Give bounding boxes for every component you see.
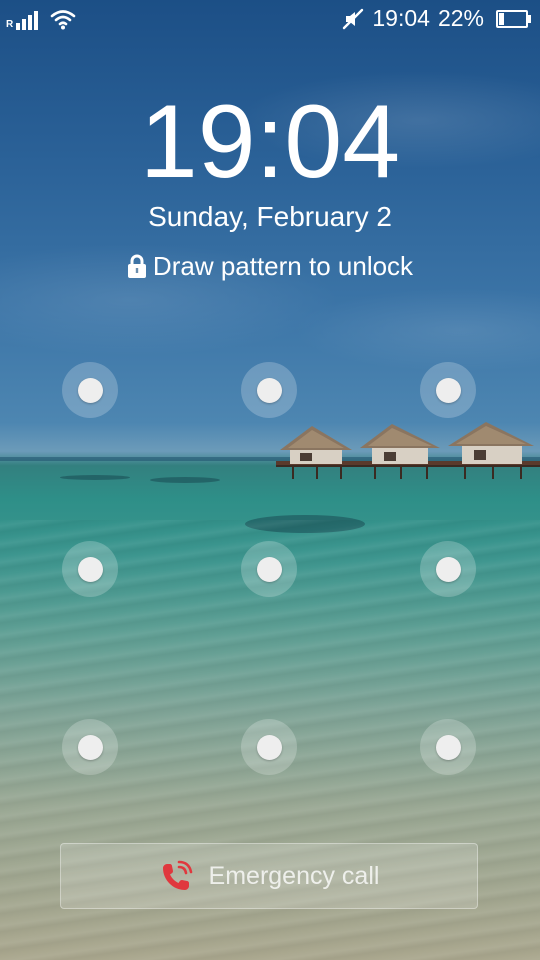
- pattern-dot-core: [435, 734, 461, 760]
- pattern-lock-grid[interactable]: [0, 0, 540, 960]
- pattern-dot-core: [435, 377, 461, 403]
- pattern-dot-core: [77, 734, 103, 760]
- pattern-dot-core: [77, 377, 103, 403]
- pattern-dot-core: [435, 556, 461, 582]
- pattern-dot-8[interactable]: [241, 719, 297, 775]
- emergency-call-label: Emergency call: [208, 861, 380, 890]
- pattern-dot-3[interactable]: [420, 362, 476, 418]
- pattern-dot-9[interactable]: [420, 719, 476, 775]
- pattern-dot-core: [256, 734, 282, 760]
- phone-icon: [162, 860, 192, 890]
- pattern-dot-core: [77, 556, 103, 582]
- pattern-dot-core: [256, 556, 282, 582]
- emergency-call-button[interactable]: Emergency call: [60, 843, 478, 909]
- lock-screen: R 19:04 22% 19:04 Sunday, February 2 Dra…: [0, 0, 540, 960]
- pattern-dot-1[interactable]: [62, 362, 118, 418]
- pattern-dot-5[interactable]: [241, 541, 297, 597]
- pattern-dot-4[interactable]: [62, 541, 118, 597]
- pattern-dot-2[interactable]: [241, 362, 297, 418]
- pattern-dot-6[interactable]: [420, 541, 476, 597]
- pattern-dot-7[interactable]: [62, 719, 118, 775]
- pattern-dot-core: [256, 377, 282, 403]
